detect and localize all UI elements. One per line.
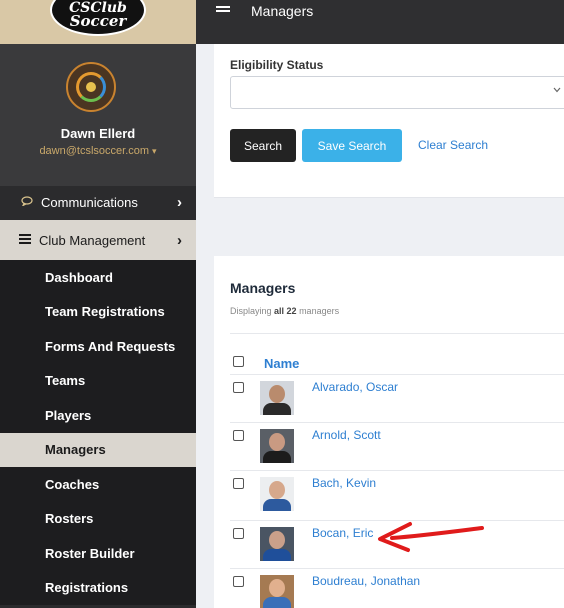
menu-item-roster-builder[interactable]: Roster Builder (0, 536, 196, 571)
chevron-right-icon: › (177, 193, 182, 211)
eligibility-status-label: Eligibility Status (230, 58, 324, 72)
speech-bubble-icon (20, 195, 34, 209)
column-header-name[interactable]: Name (264, 356, 299, 371)
table-row: Boudreau, Jonathan (230, 568, 564, 608)
table-row: Arnold, Scott (230, 422, 564, 470)
annotation-arrow-icon (378, 522, 484, 552)
row-checkbox[interactable] (233, 478, 244, 489)
menu-item-team-registrations[interactable]: Team Registrations (0, 294, 196, 329)
count-bold: all 22 (274, 306, 297, 316)
nav-communications[interactable]: Communications › (0, 186, 196, 218)
chevron-down-icon (553, 85, 561, 96)
sidebar: CSClub Soccer Dawn Ellerd dawn@tcslsocce… (0, 0, 196, 608)
menu-item-managers[interactable]: Managers (0, 432, 196, 467)
select-all-checkbox[interactable] (233, 356, 244, 367)
menu-item-players[interactable]: Players (0, 398, 196, 433)
search-button[interactable]: Search (230, 129, 296, 162)
manager-name-link[interactable]: Arnold, Scott (312, 428, 381, 442)
managers-title: Managers (230, 280, 296, 296)
manager-name-link[interactable]: Alvarado, Oscar (312, 380, 398, 394)
menu-item-forms-and-requests[interactable]: Forms And Requests (0, 329, 196, 364)
eligibility-status-select[interactable] (230, 76, 564, 109)
divider (230, 333, 564, 334)
row-checkbox[interactable] (233, 528, 244, 539)
manager-name-link[interactable]: Bach, Kevin (312, 476, 376, 490)
menu-item-rosters[interactable]: Rosters (0, 501, 196, 536)
menu-item-teams[interactable]: Teams (0, 363, 196, 398)
menu-item-dashboard[interactable]: Dashboard (0, 260, 196, 295)
menu-item-registrations[interactable]: Registrations (0, 570, 196, 605)
brand-header: CSClub Soccer (0, 0, 196, 44)
manager-photo (260, 527, 294, 561)
clear-search-link[interactable]: Clear Search (418, 138, 488, 152)
club-logo[interactable]: CSClub Soccer (50, 0, 146, 36)
profile-name: Dawn Ellerd (60, 126, 136, 141)
top-bar: Managers (196, 0, 564, 44)
nav-club-management[interactable]: Club Management › (0, 220, 196, 260)
filter-panel: Eligibility Status Search Save Search Cl… (214, 44, 564, 198)
manager-photo (260, 429, 294, 463)
user-profile: Dawn Ellerd dawn@tcslsoccer.com ▾ (0, 44, 196, 186)
count-suffix: managers (296, 306, 340, 316)
manager-photo (260, 477, 294, 511)
list-icon (18, 233, 32, 247)
profile-email: dawn@tcslsoccer.com (39, 145, 150, 157)
nav-communications-label: Communications (41, 194, 138, 210)
logo-line-2: Soccer (69, 12, 127, 30)
count-prefix: Displaying (230, 306, 275, 316)
chevron-right-icon: › (177, 231, 182, 249)
row-checkbox[interactable] (233, 576, 244, 587)
manager-name-link[interactable]: Bocan, Eric (312, 526, 373, 540)
row-checkbox[interactable] (233, 430, 244, 441)
profile-email-dropdown[interactable]: dawn@tcslsoccer.com ▾ (0, 145, 196, 157)
manager-photo (260, 575, 294, 608)
manager-name-link[interactable]: Boudreau, Jonathan (312, 574, 420, 588)
caret-down-icon: ▾ (152, 146, 157, 156)
manager-photo (260, 381, 294, 415)
club-management-submenu: Dashboard Team Registrations Forms And R… (0, 260, 196, 605)
managers-panel: Managers Displaying all 22 managers Name… (214, 256, 564, 608)
hamburger-menu-icon[interactable] (216, 6, 230, 14)
managers-count-text: Displaying all 22 managers (230, 306, 339, 316)
table-row: Alvarado, Oscar (230, 374, 564, 422)
page-title: Managers (251, 3, 314, 19)
menu-item-coaches[interactable]: Coaches (0, 467, 196, 502)
avatar (66, 62, 116, 112)
save-search-button[interactable]: Save Search (302, 129, 402, 162)
nav-club-management-label: Club Management (39, 232, 146, 248)
row-checkbox[interactable] (233, 382, 244, 393)
table-row: Bach, Kevin (230, 470, 564, 518)
